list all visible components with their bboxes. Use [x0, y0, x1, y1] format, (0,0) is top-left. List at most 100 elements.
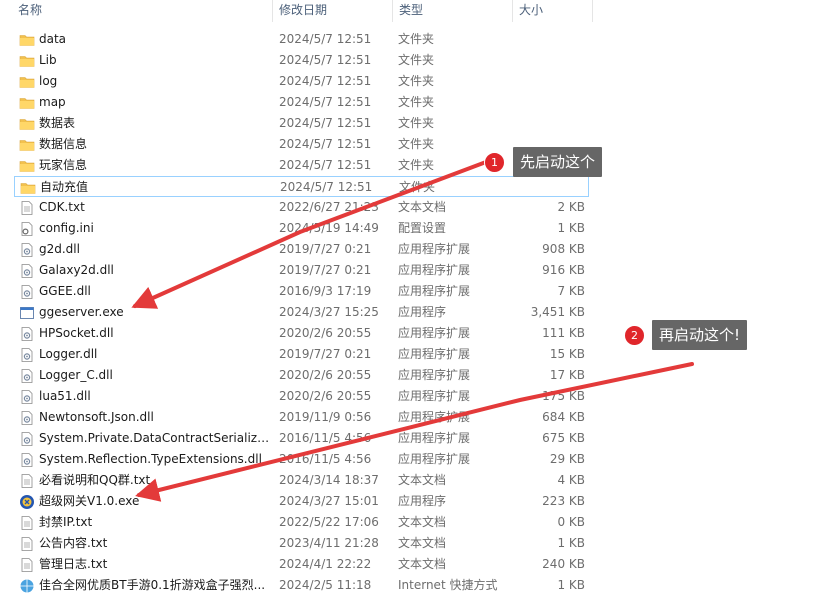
- file-row[interactable]: GGEE.dll 2016/9/3 17:19 应用程序扩展 7 KB: [14, 281, 589, 302]
- file-type: 应用程序扩展: [398, 389, 471, 403]
- file-type: 应用程序扩展: [398, 263, 471, 277]
- column-header-date[interactable]: 修改日期: [273, 0, 391, 22]
- file-modified-date: 2022/5/22 17:06: [279, 515, 379, 529]
- file-name: CDK.txt: [39, 200, 85, 214]
- file-row[interactable]: Galaxy2d.dll 2019/7/27 0:21 应用程序扩展 916 KB: [14, 260, 589, 281]
- file-row[interactable]: 数据表 2024/5/7 12:51 文件夹: [14, 113, 589, 134]
- file-row[interactable]: Logger_C.dll 2020/2/6 20:55 应用程序扩展 17 KB: [14, 365, 589, 386]
- file-name: HPSocket.dll: [39, 326, 114, 340]
- file-row[interactable]: System.Reflection.TypeExtensions.dll 2016…: [14, 449, 589, 470]
- file-size: [514, 50, 585, 71]
- file-type: 文件夹: [398, 95, 435, 109]
- column-header-bar: 名称 修改日期 类型 大小: [0, 0, 820, 22]
- file-modified-date: 2024/3/27 15:01: [279, 494, 379, 508]
- folder-icon: [19, 32, 35, 48]
- dll-file-icon: [19, 347, 35, 363]
- file-size: 29 KB: [549, 452, 585, 466]
- file-type: 文件夹: [398, 53, 435, 67]
- file-modified-date: 2024/5/7 12:51: [280, 180, 373, 194]
- file-type: 应用程序: [398, 494, 447, 508]
- file-size: 17 KB: [549, 368, 585, 382]
- file-name: Newtonsoft.Json.dll: [39, 410, 154, 424]
- dll-file-icon: [19, 431, 35, 447]
- file-row[interactable]: HPSocket.dll 2020/2/6 20:55 应用程序扩展 111 KB: [14, 323, 589, 344]
- file-modified-date: 2019/7/27 0:21: [279, 347, 372, 361]
- file-row[interactable]: 超级网关V1.0.exe 2024/3/27 15:01 应用程序 223 KB: [14, 491, 589, 512]
- file-type: 文件夹: [398, 32, 435, 46]
- file-size: 223 KB: [542, 494, 585, 508]
- file-name: 封禁IP.txt: [39, 515, 93, 529]
- file-name: GGEE.dll: [39, 284, 91, 298]
- file-modified-date: 2024/5/7 12:51: [279, 53, 372, 67]
- file-size: 2 KB: [557, 200, 585, 214]
- file-name: Lib: [39, 53, 57, 67]
- file-row[interactable]: 自动充值 2024/5/7 12:51 文件夹: [14, 176, 589, 197]
- file-name: log: [39, 74, 58, 88]
- callout-badge-2: 2: [624, 325, 645, 346]
- file-row[interactable]: Lib 2024/5/7 12:51 文件夹: [14, 50, 589, 71]
- file-size: [515, 177, 586, 198]
- file-row[interactable]: config.ini 2024/5/19 14:49 配置设置 1 KB: [14, 218, 589, 239]
- file-type: 文件夹: [398, 158, 435, 172]
- column-header-type[interactable]: 类型: [393, 0, 511, 22]
- file-row[interactable]: map 2024/5/7 12:51 文件夹: [14, 92, 589, 113]
- file-row[interactable]: CDK.txt 2022/6/27 21:23 文本文档 2 KB: [14, 197, 589, 218]
- file-row[interactable]: 封禁IP.txt 2022/5/22 17:06 文本文档 0 KB: [14, 512, 589, 533]
- file-modified-date: 2016/11/5 4:56: [279, 431, 372, 445]
- file-row[interactable]: 佳合全网优质BT手游0.1折游戏盒子强烈... 2024/2/5 11:18 Int…: [14, 575, 589, 596]
- file-size: 1 KB: [557, 221, 585, 235]
- file-modified-date: 2024/3/27 15:25: [279, 305, 379, 319]
- file-size: 4 KB: [557, 473, 585, 487]
- file-name: Logger_C.dll: [39, 368, 113, 382]
- file-name: 佳合全网优质BT手游0.1折游戏盒子强烈...: [39, 578, 266, 592]
- file-name: 数据信息: [39, 137, 88, 151]
- file-modified-date: 2024/3/14 18:37: [279, 473, 379, 487]
- config-file-icon: [19, 221, 35, 237]
- file-row[interactable]: g2d.dll 2019/7/27 0:21 应用程序扩展 908 KB: [14, 239, 589, 260]
- file-size: [514, 113, 585, 134]
- file-modified-date: 2016/11/5 4:56: [279, 452, 372, 466]
- file-modified-date: 2019/7/27 0:21: [279, 242, 372, 256]
- text-file-icon: [19, 515, 35, 531]
- file-type: 文本文档: [398, 536, 447, 550]
- file-row[interactable]: ggeserver.exe 2024/3/27 15:25 应用程序 3,451 KB: [14, 302, 589, 323]
- file-size: 111 KB: [542, 326, 585, 340]
- file-row[interactable]: 管理日志.txt 2024/4/1 22:22 文本文档 240 KB: [14, 554, 589, 575]
- file-row[interactable]: log 2024/5/7 12:51 文件夹: [14, 71, 589, 92]
- file-name: 管理日志.txt: [39, 557, 108, 571]
- file-name: ggeserver.exe: [39, 305, 124, 319]
- file-name: 超级网关V1.0.exe: [39, 494, 140, 508]
- file-row[interactable]: 必看说明和QQ群.txt 2024/3/14 18:37 文本文档 4 KB: [14, 470, 589, 491]
- folder-icon: [19, 116, 35, 132]
- file-type: 应用程序扩展: [398, 242, 471, 256]
- file-type: 配置设置: [398, 221, 447, 235]
- file-modified-date: 2022/6/27 21:23: [279, 200, 379, 214]
- file-modified-date: 2024/5/7 12:51: [279, 158, 372, 172]
- file-type: 应用程序扩展: [398, 410, 471, 424]
- file-modified-date: 2020/2/6 20:55: [279, 326, 372, 340]
- file-size: 675 KB: [542, 431, 585, 445]
- file-name: Logger.dll: [39, 347, 98, 361]
- file-row[interactable]: lua51.dll 2020/2/6 20:55 应用程序扩展 175 KB: [14, 386, 589, 407]
- dll-file-icon: [19, 263, 35, 279]
- file-modified-date: 2020/2/6 20:55: [279, 368, 372, 382]
- column-header-name[interactable]: 名称: [12, 0, 270, 22]
- file-row[interactable]: 公告内容.txt 2023/4/11 21:28 文本文档 1 KB: [14, 533, 589, 554]
- callout-badge-1: 1: [484, 152, 505, 173]
- file-row[interactable]: data 2024/5/7 12:51 文件夹: [14, 29, 589, 50]
- file-row[interactable]: System.Private.DataContractSerializati..…: [14, 428, 589, 449]
- column-divider[interactable]: [592, 0, 593, 22]
- dll-file-icon: [19, 452, 35, 468]
- column-header-size[interactable]: 大小: [513, 0, 591, 22]
- file-type: 应用程序: [398, 305, 447, 319]
- file-row[interactable]: Newtonsoft.Json.dll 2019/11/9 0:56 应用程序扩展 6…: [14, 407, 589, 428]
- file-size: [514, 92, 585, 113]
- file-row[interactable]: Logger.dll 2019/7/27 0:21 应用程序扩展 15 KB: [14, 344, 589, 365]
- file-size: 175 KB: [542, 389, 585, 403]
- file-modified-date: 2020/2/6 20:55: [279, 389, 372, 403]
- file-type: 应用程序扩展: [398, 347, 471, 361]
- file-row[interactable]: 数据信息 2024/5/7 12:51 文件夹: [14, 134, 589, 155]
- file-type: 文件夹: [398, 116, 435, 130]
- file-name: data: [39, 32, 67, 46]
- dll-file-icon: [19, 326, 35, 342]
